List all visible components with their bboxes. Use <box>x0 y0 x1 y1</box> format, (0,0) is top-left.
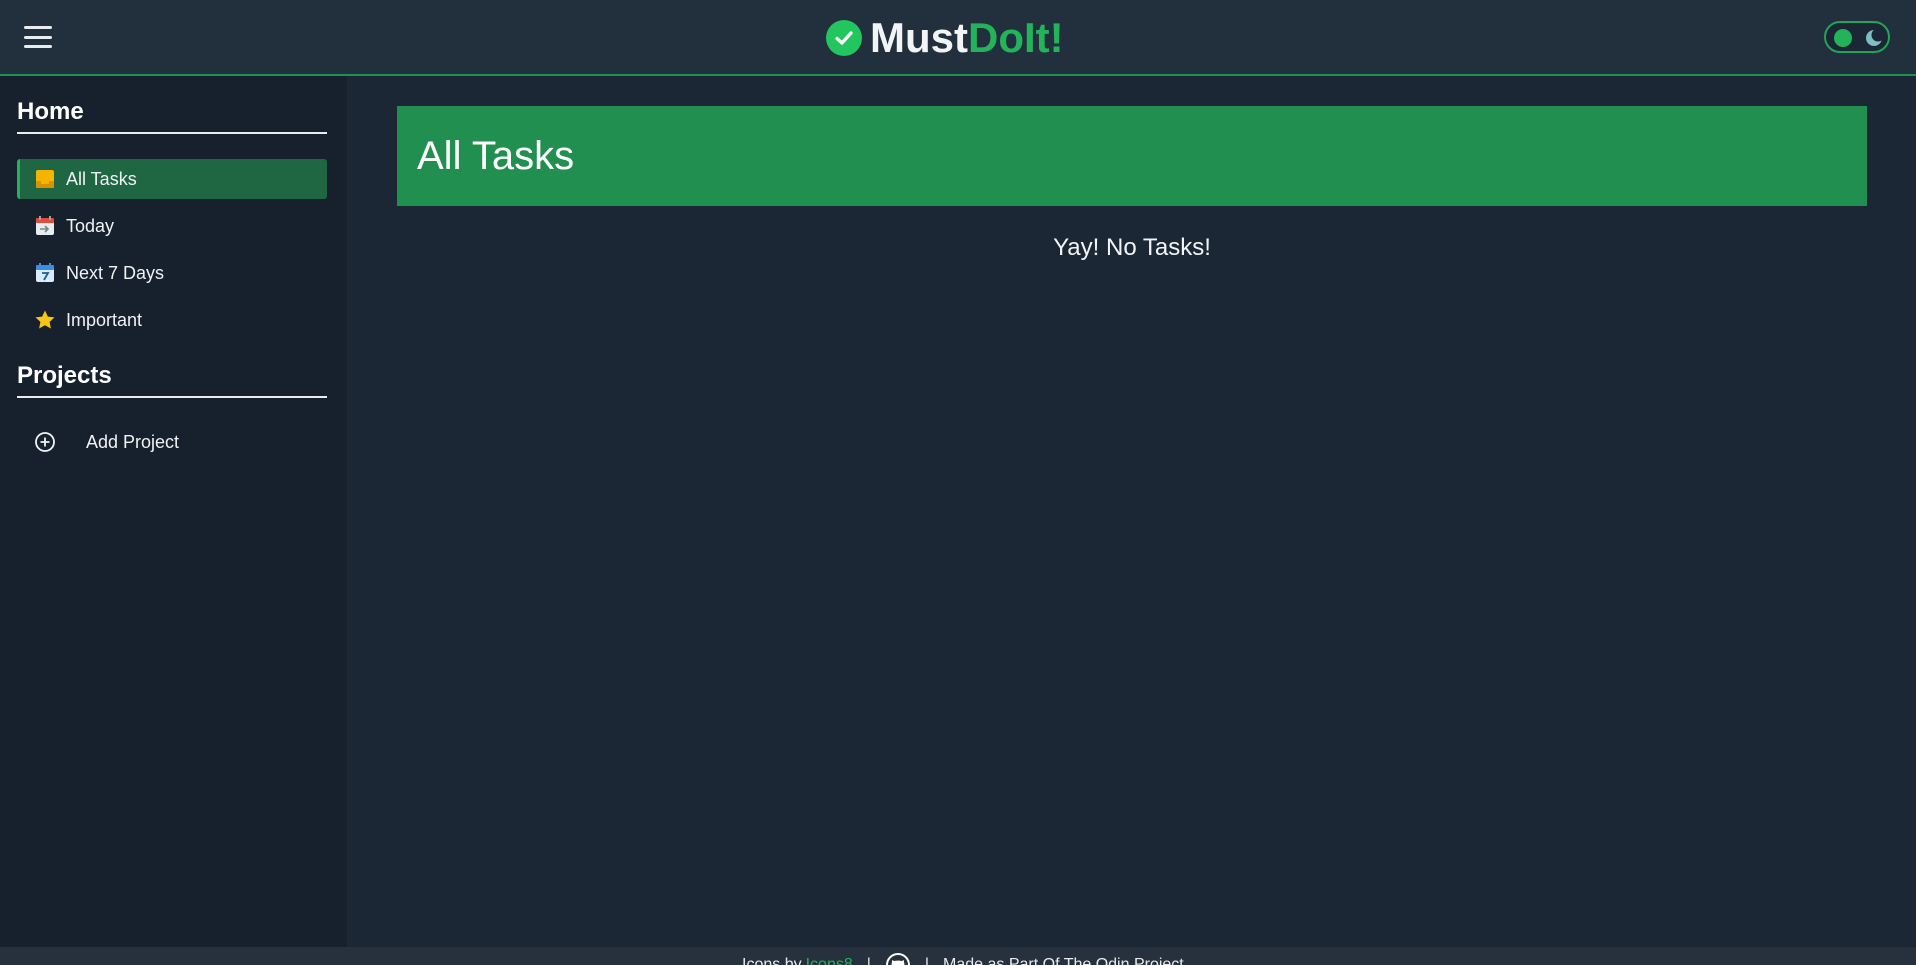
calendar-today-icon <box>36 216 54 235</box>
github-icon[interactable] <box>885 952 911 965</box>
sidebar-item-label: Today <box>66 215 115 236</box>
icons8-link[interactable]: Icons8 <box>806 956 853 965</box>
toggle-knob <box>1834 29 1852 47</box>
footer-separator: | <box>924 956 930 965</box>
brand-logo: MustDoIt! <box>826 14 1064 62</box>
star-icon <box>35 310 55 329</box>
sidebar-item-label: Important <box>66 309 143 330</box>
brand-name-accent: DoIt! <box>968 14 1064 61</box>
footer-content: Icons by Icons8 | | Made as Part Of The … <box>742 952 1184 965</box>
moon-icon <box>1866 28 1884 46</box>
footer-icons-prefix: Icons by <box>742 956 802 965</box>
page-title: All Tasks <box>417 133 575 178</box>
sidebar-item-today[interactable]: Today <box>17 206 327 246</box>
projects-section-title: Projects <box>17 362 327 398</box>
hamburger-menu-icon[interactable] <box>24 26 52 48</box>
top-header: MustDoIt! <box>0 0 1916 76</box>
page-header-banner: All Tasks <box>397 106 1867 206</box>
footer-made-as: Made as Part Of The Odin Project <box>943 956 1184 965</box>
home-section-title: Home <box>17 98 327 134</box>
check-circle-icon <box>826 20 862 56</box>
calendar-week-icon <box>36 263 54 282</box>
theme-toggle[interactable] <box>1824 21 1890 53</box>
main-content: All Tasks Yay! No Tasks! <box>347 76 1916 947</box>
sidebar-item-important[interactable]: Important <box>17 300 327 340</box>
app-root: MustDoIt! Home All Tasks Today Next 7 Da… <box>0 0 1916 965</box>
sidebar: Home All Tasks Today Next 7 Days Importa… <box>0 76 347 947</box>
brand-name-main: Must <box>870 14 968 61</box>
add-project-button[interactable]: Add Project <box>17 422 327 462</box>
sidebar-item-label: Next 7 Days <box>66 262 165 283</box>
brand-name: MustDoIt! <box>870 14 1064 62</box>
plus-circle-icon <box>35 432 55 452</box>
inbox-icon <box>36 170 54 188</box>
sidebar-item-label: All Tasks <box>66 168 137 189</box>
footer-separator: | <box>866 956 871 965</box>
empty-state-message: Yay! No Tasks! <box>1053 234 1211 261</box>
add-project-label: Add Project <box>86 431 180 452</box>
footer: Icons by Icons8 | | Made as Part Of The … <box>0 947 1916 965</box>
sidebar-item-all-tasks[interactable]: All Tasks <box>17 159 327 199</box>
sidebar-item-next-7-days[interactable]: Next 7 Days <box>17 253 327 293</box>
